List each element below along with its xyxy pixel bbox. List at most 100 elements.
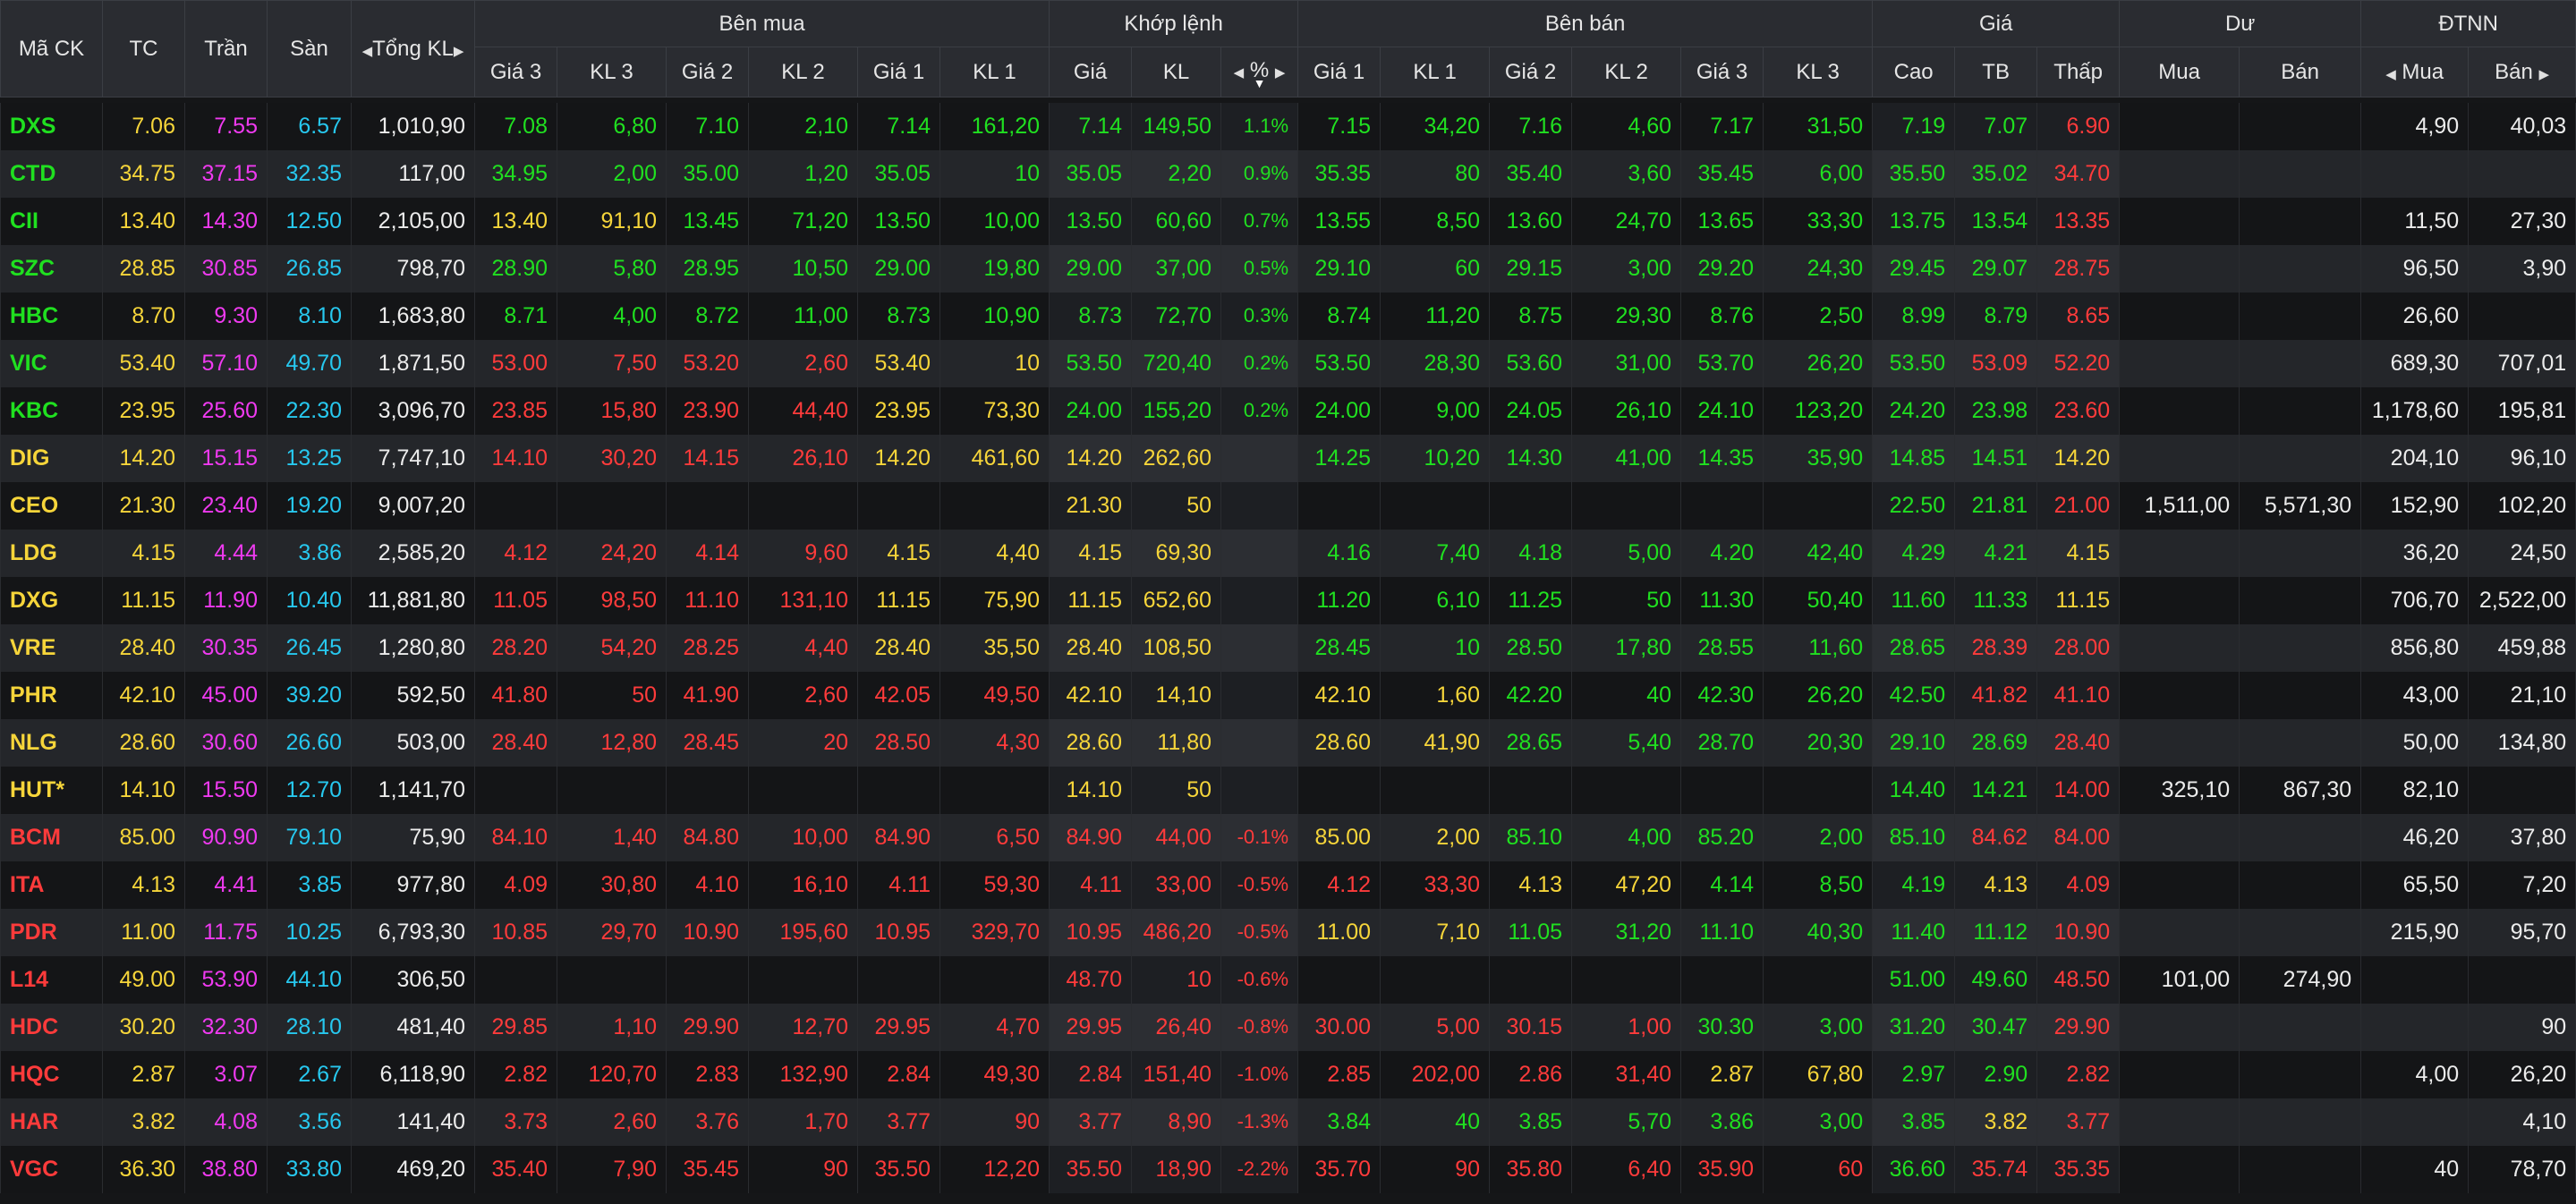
col-price-2[interactable]: Thấp [2036,47,2121,98]
match-cell: 44,00 [1131,813,1222,861]
col-foreign-sell[interactable]: Bán ▶ [2468,47,2576,98]
symbol-cell[interactable]: NLG [0,718,103,767]
table-row[interactable]: PDR 11.00 11.75 10.25 6,793,30 10.85 29,70 10.9… [0,908,2576,956]
symbol-cell[interactable]: PHR [0,671,103,719]
table-row[interactable]: VIC 53.40 57.10 49.70 1,871,50 53.00 7,50 53.20… [0,339,2576,387]
symbol-cell[interactable]: CEO [0,481,103,530]
table-row[interactable]: NLG 28.60 30.60 26.60 503,00 28.40 12,80 28.45 2… [0,718,2576,767]
symbol-cell[interactable]: HBC [0,292,103,340]
symbol-cell[interactable]: PDR [0,908,103,956]
caret-right-icon[interactable]: ▶ [1275,65,1286,81]
col-remain-0[interactable]: Mua [2119,47,2240,98]
table-row[interactable]: HBC 8.70 9.30 8.10 1,683,80 8.71 4,00 8.72 11,00… [0,292,2576,340]
col-match-vol[interactable]: KL [1131,47,1222,98]
bid-cell: 35.00 [666,149,749,198]
col-remain-1[interactable]: Bán [2239,47,2362,98]
col-ask-5[interactable]: Giá 3 [1680,47,1764,98]
symbol-cell[interactable]: CII [0,197,103,245]
foreign-cell: 26,60 [2360,292,2470,340]
caret-left-icon[interactable]: ◀ [2385,67,2396,82]
symbol-cell[interactable]: LDG [0,529,103,577]
col-total-vol[interactable]: ◀Tổng KL▶ [351,0,475,98]
table-row[interactable]: CEO 21.30 23.40 19.20 9,007,20 21.30 50 22.50 21… [0,481,2576,530]
table-row[interactable]: L14 49.00 53.90 44.10 306,50 48.70 10 -0.6% 51.0… [0,955,2576,1004]
bid-cell: 12,20 [939,1145,1050,1193]
table-row[interactable]: VRE 28.40 30.35 26.45 1,280,80 28.20 54,20 28.2… [0,623,2576,672]
match-cell: 149,50 [1131,102,1222,150]
caret-right-icon[interactable]: ▶ [454,44,464,59]
bid-cell: 13.45 [666,197,749,245]
col-bid-4[interactable]: KL 2 [748,47,858,98]
table-row[interactable]: HAR 3.82 4.08 3.56 141,40 3.73 2,60 3.76 1,70 3.7… [0,1098,2576,1146]
bid-cell: 28.50 [857,718,940,767]
table-row[interactable]: KBC 23.95 25.60 22.30 3,096,70 23.85 15,80 23.9… [0,386,2576,435]
col-symbol[interactable]: Mã CK [0,0,103,98]
col-floor[interactable]: Sàn [267,0,352,98]
table-row[interactable]: DIG 14.20 15.15 13.25 7,747,10 14.10 30,20 14.1… [0,434,2576,482]
symbol-cell[interactable]: VGC [0,1145,103,1193]
price-stat-cell: 21.00 [2036,481,2121,530]
symbol-cell[interactable]: L14 [0,955,103,1004]
price-stat-cell: 13.35 [2036,197,2121,245]
col-bid-1[interactable]: Giá 3 [474,47,557,98]
col-price-1[interactable]: TB [1954,47,2038,98]
foreign-cell [2468,766,2576,814]
table-row[interactable]: LDG 4.15 4.44 3.86 2,585,20 4.12 24,20 4.14 9,60… [0,529,2576,577]
col-ask-4[interactable]: KL 2 [1571,47,1682,98]
table-row[interactable]: SZC 28.85 30.85 26.85 798,70 28.90 5,80 28.95 10… [0,244,2576,293]
col-bid-6[interactable]: KL 1 [939,47,1050,98]
symbol-cell[interactable]: CTD [0,149,103,198]
col-match-pct[interactable]: ◀ % ▶ ▼ [1220,47,1299,98]
symbol-cell[interactable]: HAR [0,1098,103,1146]
match-cell: 10 [1131,955,1222,1004]
symbol-cell[interactable]: HDC [0,1003,103,1051]
col-ask-3[interactable]: Giá 2 [1489,47,1573,98]
total-volume-cell: 469,20 [351,1145,475,1193]
ceil-price-cell: 30.85 [184,244,268,293]
caret-left-icon[interactable]: ◀ [1234,65,1245,81]
caret-right-icon[interactable]: ▶ [2539,67,2550,82]
col-price-0[interactable]: Cao [1872,47,1956,98]
col-ask-1[interactable]: Giá 1 [1297,47,1382,98]
symbol-cell[interactable]: SZC [0,244,103,293]
col-bid-3[interactable]: Giá 2 [666,47,749,98]
bid-cell: 28.90 [474,244,557,293]
ask-cell: 35.35 [1297,149,1382,198]
caret-left-icon[interactable]: ◀ [362,44,373,59]
bid-cell: 10 [939,149,1050,198]
table-row[interactable]: ITA 4.13 4.41 3.85 977,80 4.09 30,80 4.10 16,10 4… [0,861,2576,909]
symbol-cell[interactable]: ITA [0,861,103,909]
table-row[interactable]: PHR 42.10 45.00 39.20 592,50 41.80 50 41.90 2,60… [0,671,2576,719]
symbol-cell[interactable]: VRE [0,623,103,672]
col-ask-2[interactable]: KL 1 [1380,47,1491,98]
match-cell: 29.95 [1049,1003,1133,1051]
symbol-cell[interactable]: HUT* [0,766,103,814]
col-ref[interactable]: TC [102,0,185,98]
table-row[interactable]: BCM 85.00 90.90 79.10 75,90 84.10 1,40 84.80 10,… [0,813,2576,861]
col-match-price[interactable]: Giá [1049,47,1133,98]
symbol-cell[interactable]: HQC [0,1050,103,1098]
table-row[interactable]: DXG 11.15 11.90 10.40 11,881,80 11.05 98,50 11.… [0,576,2576,624]
col-foreign-buy[interactable]: ◀ Mua [2360,47,2470,98]
table-row[interactable]: HUT* 14.10 15.50 12.70 1,141,70 14.10 50 14.40 1… [0,766,2576,814]
col-bid-5[interactable]: Giá 1 [857,47,940,98]
symbol-cell[interactable]: VIC [0,339,103,387]
symbol-cell[interactable]: DIG [0,434,103,482]
table-row[interactable]: DXS 7.06 7.55 6.57 1,010,90 7.08 6,80 7.10 2,10 7… [0,102,2576,150]
symbol-cell[interactable]: DXG [0,576,103,624]
col-ceil[interactable]: Trần [184,0,268,98]
table-row[interactable]: CTD 34.75 37.15 32.35 117,00 34.95 2,00 35.00 1,… [0,149,2576,198]
remain-cell [2119,149,2240,198]
col-bid-2[interactable]: KL 3 [557,47,667,98]
ask-cell [1297,481,1382,530]
total-volume-cell: 977,80 [351,861,475,909]
table-row[interactable]: VGC 36.30 38.80 33.80 469,20 35.40 7,90 35.45 90… [0,1145,2576,1193]
table-row[interactable]: HDC 30.20 32.30 28.10 481,40 29.85 1,10 29.90 12… [0,1003,2576,1051]
symbol-cell[interactable]: KBC [0,386,103,435]
match-cell: 14.20 [1049,434,1133,482]
symbol-cell[interactable]: DXS [0,102,103,150]
table-row[interactable]: HQC 2.87 3.07 2.67 6,118,90 2.82 120,70 2.83 132… [0,1050,2576,1098]
symbol-cell[interactable]: BCM [0,813,103,861]
table-row[interactable]: CII 13.40 14.30 12.50 2,105,00 13.40 91,10 13.4… [0,197,2576,245]
col-ask-6[interactable]: KL 3 [1763,47,1874,98]
